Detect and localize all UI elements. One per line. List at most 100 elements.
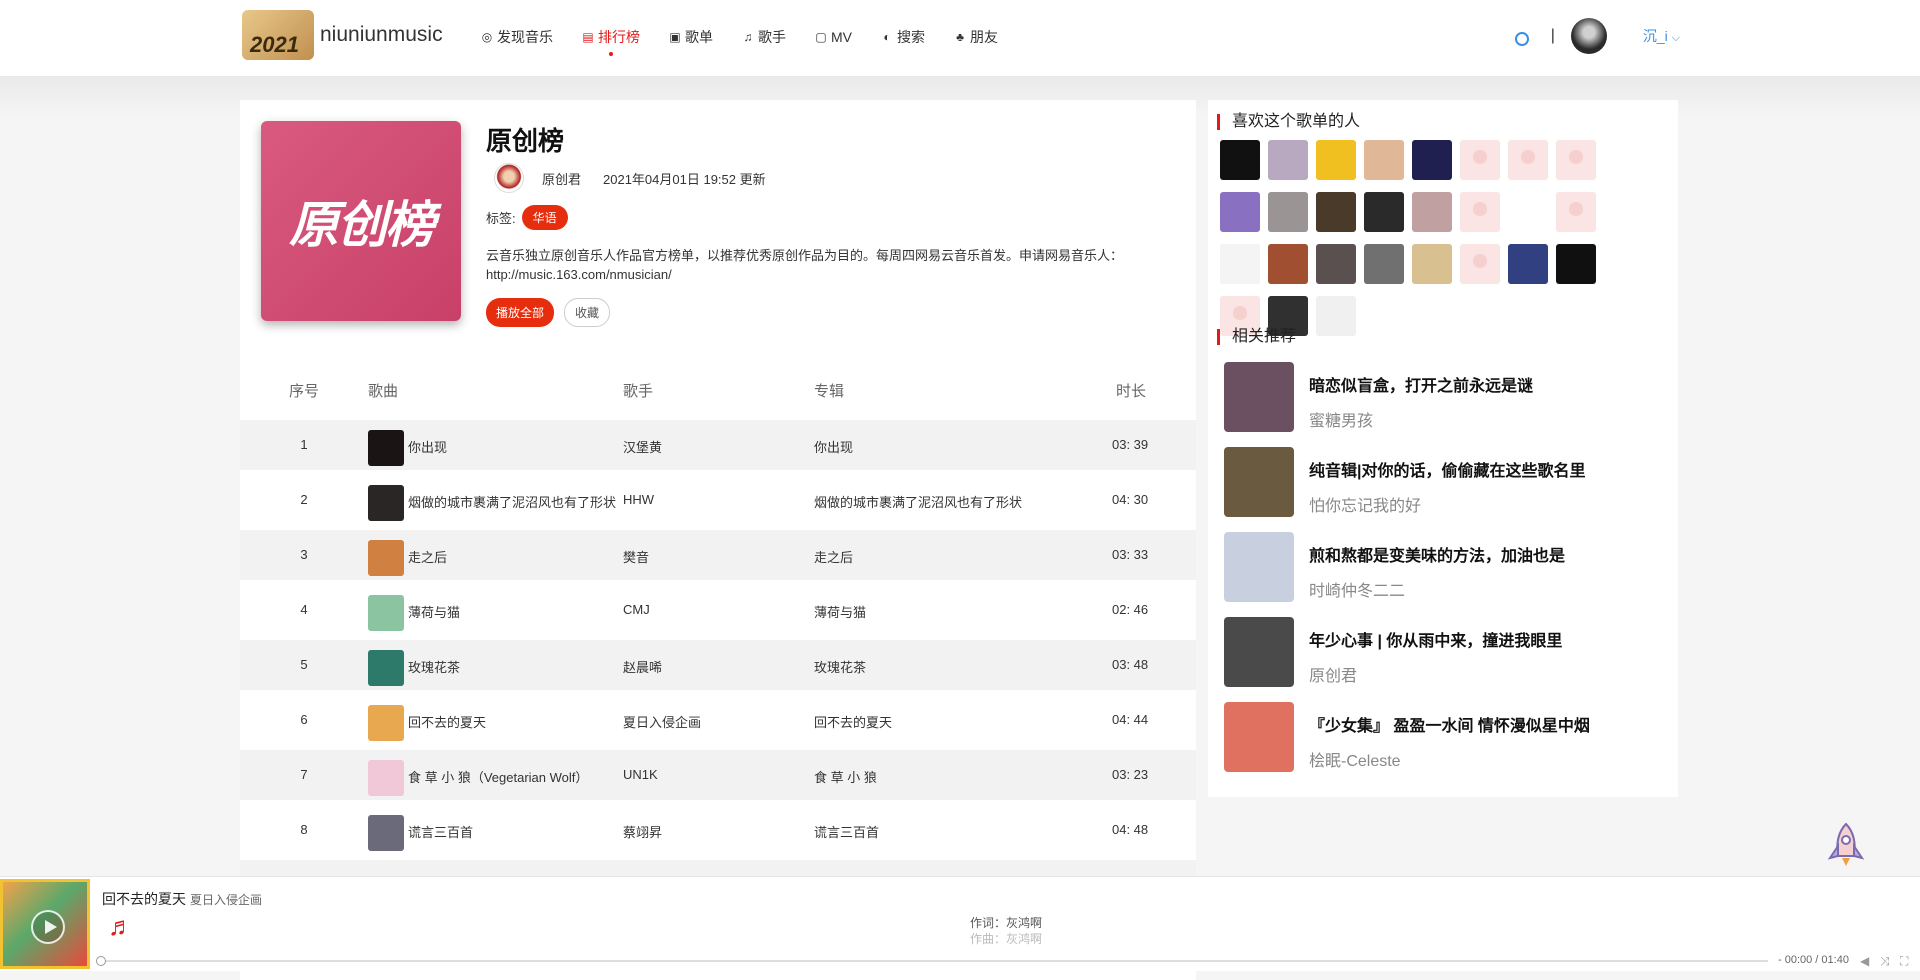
progress-knob[interactable] [96, 956, 106, 966]
liker-avatar[interactable] [1556, 192, 1596, 232]
related-playlist[interactable]: 纯音辑|对你的话，偷偷藏在这些歌名里 怕你忘记我的好 [1224, 447, 1644, 517]
table-row[interactable]: 7 食 草 小 狼（Vegetarian Wolf） UN1K 食 草 小 狼 03: … [240, 750, 1196, 800]
related-title[interactable]: 煎和熬都是变美味的方法，加油也是 [1309, 542, 1565, 566]
nav-item-0[interactable]: ◎ 发现音乐 [480, 27, 553, 47]
liker-avatar[interactable] [1508, 192, 1548, 232]
track-album[interactable]: 玫瑰花茶 [814, 657, 866, 676]
related-playlist[interactable]: 暗恋似盲盒，打开之前永远是谜 蜜糖男孩 [1224, 362, 1644, 432]
related-author[interactable]: 时崎仲冬二二 [1309, 577, 1405, 601]
liker-avatar[interactable] [1316, 244, 1356, 284]
track-artist[interactable]: 夏日入侵企画 [623, 712, 701, 731]
liker-avatar[interactable] [1412, 244, 1452, 284]
table-row[interactable] [240, 860, 1196, 876]
logo[interactable]: 2021 niuniunmusic [242, 10, 443, 60]
track-artist[interactable]: 汉堡黄 [623, 437, 662, 456]
nav-item-4[interactable]: ▢ MV [814, 27, 852, 47]
liker-avatar[interactable] [1508, 244, 1548, 284]
progress-bar[interactable] [96, 956, 1768, 966]
related-author[interactable]: 桧眠-Celeste [1309, 747, 1401, 771]
music-note-icon[interactable]: ♬ [108, 913, 134, 939]
liker-avatar[interactable] [1460, 192, 1500, 232]
track-album[interactable]: 烟做的城市裹满了泥沼风也有了形状 [814, 492, 1022, 511]
track-artist[interactable]: HHW [623, 492, 654, 507]
nav-item-1[interactable]: ▤ 排行榜 [581, 27, 640, 56]
play-all-button[interactable]: 播放全部 [486, 298, 555, 327]
related-author[interactable]: 怕你忘记我的好 [1309, 492, 1421, 516]
related-cover[interactable] [1224, 447, 1294, 517]
table-row[interactable]: 2 烟做的城市裹满了泥沼风也有了形状 HHW 烟做的城市裹满了泥沼风也有了形状 04: … [240, 475, 1196, 525]
related-title[interactable]: 年少心事 | 你从雨中来，撞进我眼里 [1309, 627, 1562, 651]
table-row[interactable]: 5 玫瑰花茶 赵晨唏 玫瑰花茶 03: 48 [240, 640, 1196, 690]
table-row[interactable]: 4 薄荷与猫 CMJ 薄荷与猫 02: 46 [240, 585, 1196, 635]
related-playlist[interactable]: 煎和熬都是变美味的方法，加油也是 时崎仲冬二二 [1224, 532, 1644, 602]
liker-avatar[interactable] [1268, 244, 1308, 284]
table-row[interactable]: 1 你出现 汉堡黄 你出现 03: 39 [240, 420, 1196, 470]
track-artist[interactable]: UN1K [623, 767, 658, 782]
liker-avatar[interactable] [1460, 140, 1500, 180]
nav-item-5[interactable]: ◐ 搜索 [880, 27, 925, 47]
liker-avatar[interactable] [1316, 192, 1356, 232]
track-song[interactable]: 烟做的城市裹满了泥沼风也有了形状 [408, 492, 620, 511]
track-artist[interactable]: 蔡翊昇 [623, 822, 662, 841]
track-song[interactable]: 薄荷与猫 [408, 602, 620, 621]
tag-huayu[interactable]: 华语 [521, 205, 568, 230]
creator-avatar[interactable] [494, 163, 524, 193]
liker-avatar[interactable] [1268, 192, 1308, 232]
liker-avatar[interactable] [1220, 192, 1260, 232]
track-artist[interactable]: 赵晨唏 [623, 657, 662, 676]
liker-avatar[interactable] [1460, 244, 1500, 284]
track-song[interactable]: 你出现 [408, 437, 620, 456]
track-song[interactable]: 回不去的夏天 [408, 712, 620, 731]
related-title[interactable]: 『少女集』 盈盈一水间 情怀漫似星中烟 [1309, 712, 1590, 736]
liker-avatar[interactable] [1508, 140, 1548, 180]
track-song[interactable]: 玫瑰花茶 [408, 657, 620, 676]
track-album[interactable]: 谎言三百首 [814, 822, 879, 841]
chevron-down-icon[interactable]: ⌵ [1672, 32, 1680, 44]
user-avatar[interactable] [1570, 18, 1607, 54]
track-album[interactable]: 你出现 [814, 437, 853, 456]
liker-avatar[interactable] [1556, 140, 1596, 180]
track-song[interactable]: 食 草 小 狼（Vegetarian Wolf） [408, 767, 620, 786]
shuffle-icon[interactable]: ⤨ [1880, 954, 1890, 969]
nav-item-3[interactable]: ♫ 歌手 [741, 27, 787, 47]
track-artist[interactable]: 樊音 [623, 547, 649, 566]
liker-avatar[interactable] [1364, 244, 1404, 284]
related-playlist[interactable]: 『少女集』 盈盈一水间 情怀漫似星中烟 桧眠-Celeste [1224, 702, 1644, 772]
related-title[interactable]: 纯音辑|对你的话，偷偷藏在这些歌名里 [1309, 457, 1585, 481]
liker-avatar[interactable] [1412, 140, 1452, 180]
play-icon[interactable] [31, 910, 65, 944]
track-album[interactable]: 回不去的夏天 [814, 712, 892, 731]
liker-avatar[interactable] [1364, 192, 1404, 232]
back-to-top-rocket-icon[interactable] [1826, 822, 1866, 868]
related-author[interactable]: 蜜糖男孩 [1309, 407, 1373, 431]
table-row[interactable]: 3 走之后 樊音 走之后 03: 33 [240, 530, 1196, 580]
track-song[interactable]: 走之后 [408, 547, 620, 566]
nav-item-6[interactable]: ♣ 朋友 [953, 27, 998, 47]
liker-avatar[interactable] [1220, 244, 1260, 284]
track-artist[interactable]: CMJ [623, 602, 650, 617]
related-author[interactable]: 原创君 [1309, 662, 1357, 686]
related-title[interactable]: 暗恋似盲盒，打开之前永远是谜 [1309, 372, 1533, 396]
creator-name[interactable]: 原创君 [542, 169, 581, 188]
liker-avatar[interactable] [1556, 244, 1596, 284]
search-icon[interactable] [1514, 32, 1529, 46]
track-song[interactable]: 谎言三百首 [408, 822, 620, 841]
liker-avatar[interactable] [1268, 140, 1308, 180]
volume-icon[interactable]: ◀ [1860, 954, 1869, 968]
liker-avatar[interactable] [1364, 140, 1404, 180]
liker-avatar[interactable] [1316, 140, 1356, 180]
fullscreen-icon[interactable]: ⛶ [1900, 954, 1908, 969]
liker-avatar[interactable] [1316, 296, 1356, 336]
related-cover[interactable] [1224, 702, 1294, 772]
liker-avatar[interactable] [1220, 140, 1260, 180]
liker-avatar[interactable] [1412, 192, 1452, 232]
related-playlist[interactable]: 年少心事 | 你从雨中来，撞进我眼里 原创君 [1224, 617, 1644, 687]
user-name[interactable]: 沉_i ⌵ [1643, 26, 1680, 46]
track-album[interactable]: 走之后 [814, 547, 853, 566]
player-cover[interactable] [0, 879, 90, 969]
collect-button[interactable]: 收藏 [564, 298, 611, 327]
table-row[interactable]: 6 回不去的夏天 夏日入侵企画 回不去的夏天 04: 44 [240, 695, 1196, 745]
nav-item-2[interactable]: ▣ 歌单 [668, 27, 713, 47]
related-cover[interactable] [1224, 617, 1294, 687]
track-album[interactable]: 食 草 小 狼 [814, 767, 877, 786]
